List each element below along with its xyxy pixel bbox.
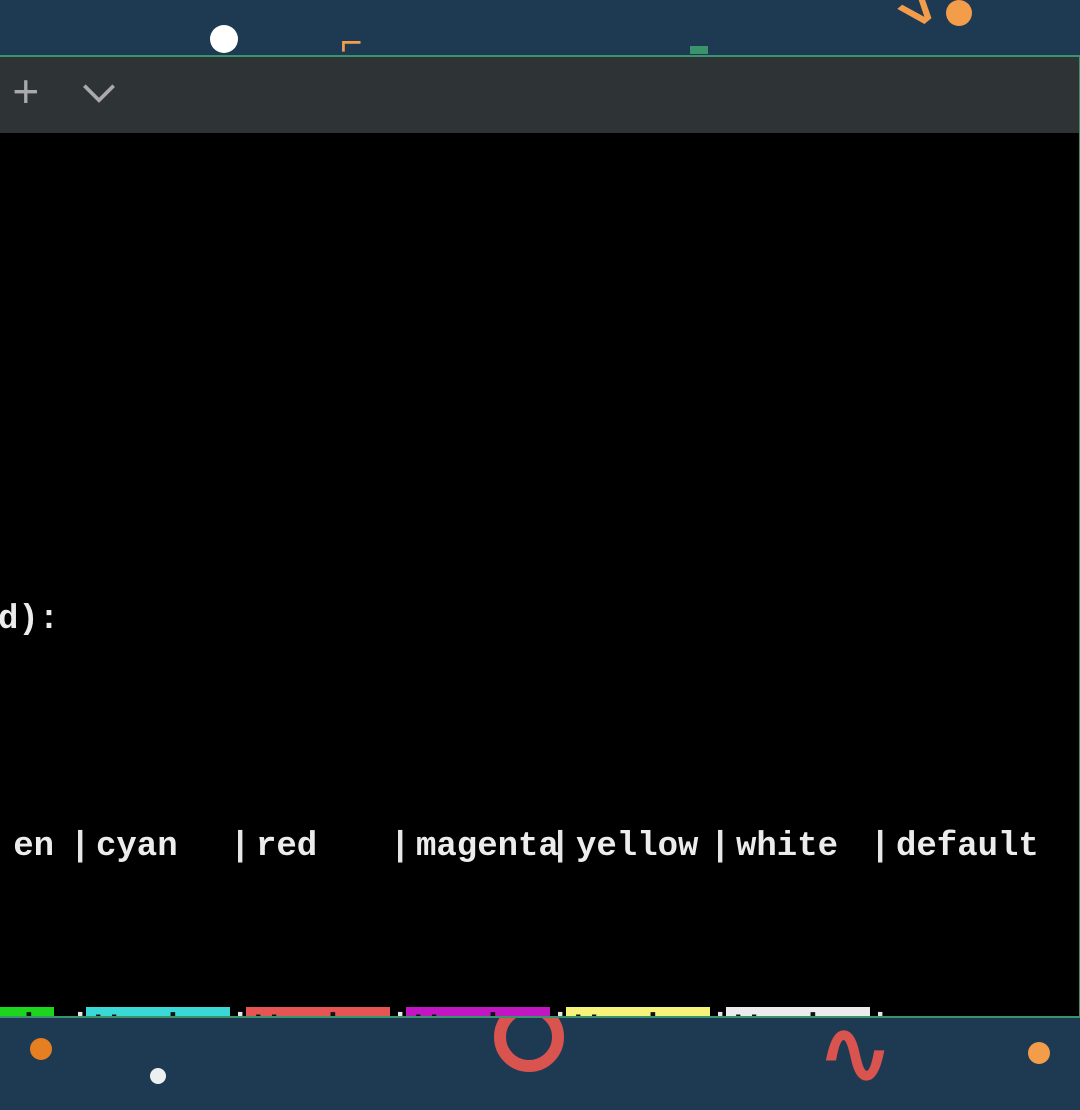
cell: Words xyxy=(406,1007,550,1016)
separator: | xyxy=(390,1007,406,1016)
cell: Words xyxy=(566,1007,710,1016)
terminal-window: + d): en | cyan | red | magenta | yellow… xyxy=(0,55,1080,1018)
deco-bar xyxy=(690,46,708,54)
deco-dot xyxy=(30,1038,52,1060)
header-col-green: en xyxy=(0,825,54,871)
separator: | xyxy=(230,1007,246,1016)
header-col-default: default xyxy=(886,825,1030,871)
separator: | xyxy=(870,1007,886,1016)
cell: Words xyxy=(726,1007,870,1016)
deco-squiggle: ∿ xyxy=(818,1030,892,1092)
header-row: en | cyan | red | magenta | yellow | whi… xyxy=(0,825,1079,871)
table-row: ds|Words|Words|Words|Words|Words|Words xyxy=(0,1007,1079,1016)
tab-bar: + xyxy=(0,57,1079,133)
deco-dot xyxy=(150,1068,166,1084)
new-tab-button[interactable]: + xyxy=(12,72,40,118)
deco-squiggle: ˇ xyxy=(530,0,579,36)
deco-dot xyxy=(210,25,238,53)
deco-dot xyxy=(1028,1042,1050,1064)
tab-dropdown-button[interactable] xyxy=(80,76,118,114)
cell: Words xyxy=(246,1007,390,1016)
header-col-magenta: magenta xyxy=(406,825,550,871)
header-col-yellow: yellow xyxy=(566,825,710,871)
separator: | xyxy=(70,825,86,871)
terminal-output[interactable]: d): en | cyan | red | magenta | yellow |… xyxy=(0,133,1079,1016)
separator: | xyxy=(550,1007,566,1016)
separator: | xyxy=(710,1007,726,1016)
cell: Words xyxy=(86,1007,230,1016)
label-fragment: d): xyxy=(0,598,59,644)
header-col-cyan: cyan xyxy=(86,825,230,871)
cell: ds xyxy=(0,1007,54,1016)
header-col-red: red xyxy=(246,825,390,871)
header-col-white: white xyxy=(726,825,870,871)
separator: | xyxy=(70,1007,86,1016)
